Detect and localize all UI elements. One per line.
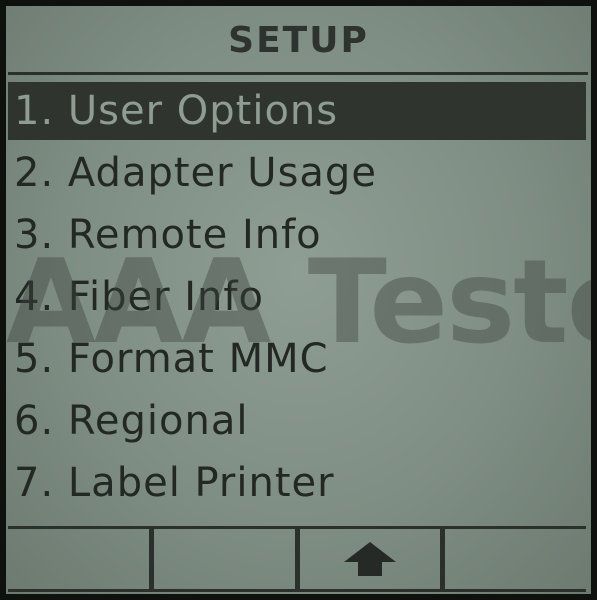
- menu-item-user-options[interactable]: 1. User Options: [8, 82, 586, 140]
- menu-item-adapter-usage[interactable]: 2. Adapter Usage: [8, 144, 586, 202]
- menu-item-label: Format MMC: [67, 336, 329, 382]
- title-divider: [8, 72, 588, 75]
- menu-item-format-mmc[interactable]: 5. Format MMC: [8, 330, 586, 388]
- menu-item-number: 1.: [14, 88, 55, 134]
- softkey-bar: [8, 526, 586, 592]
- menu-item-number: 6.: [14, 398, 55, 444]
- menu-item-label: Fiber Info: [67, 274, 264, 320]
- menu-item-label-printer[interactable]: 7. Label Printer: [8, 454, 586, 512]
- menu-item-label: Remote Info: [67, 212, 322, 258]
- menu-item-label: User Options: [67, 88, 339, 134]
- menu-item-label: Adapter Usage: [67, 150, 377, 196]
- menu-item-number: 5.: [14, 336, 55, 382]
- screen-title: SETUP: [228, 20, 369, 61]
- menu-item-fiber-info[interactable]: 4. Fiber Info: [8, 268, 586, 326]
- softkey-2[interactable]: [148, 529, 295, 589]
- softkey-1[interactable]: [8, 529, 149, 589]
- menu-item-number: 2.: [14, 150, 55, 196]
- menu-item-number: 7.: [14, 460, 55, 506]
- lcd-screen: SETUP 1. User Options 2. Adapter Usage 3…: [0, 0, 597, 600]
- menu-item-label: Label Printer: [67, 460, 335, 506]
- up-arrow-icon: [343, 542, 396, 576]
- menu-item-label: Regional: [67, 398, 249, 444]
- menu-item-number: 4.: [14, 274, 55, 320]
- softkey-4[interactable]: [440, 529, 586, 589]
- softkey-3-up[interactable]: [294, 529, 441, 589]
- menu-item-number: 3.: [14, 212, 55, 258]
- menu-item-regional[interactable]: 6. Regional: [8, 392, 586, 450]
- menu-item-remote-info[interactable]: 3. Remote Info: [8, 206, 586, 264]
